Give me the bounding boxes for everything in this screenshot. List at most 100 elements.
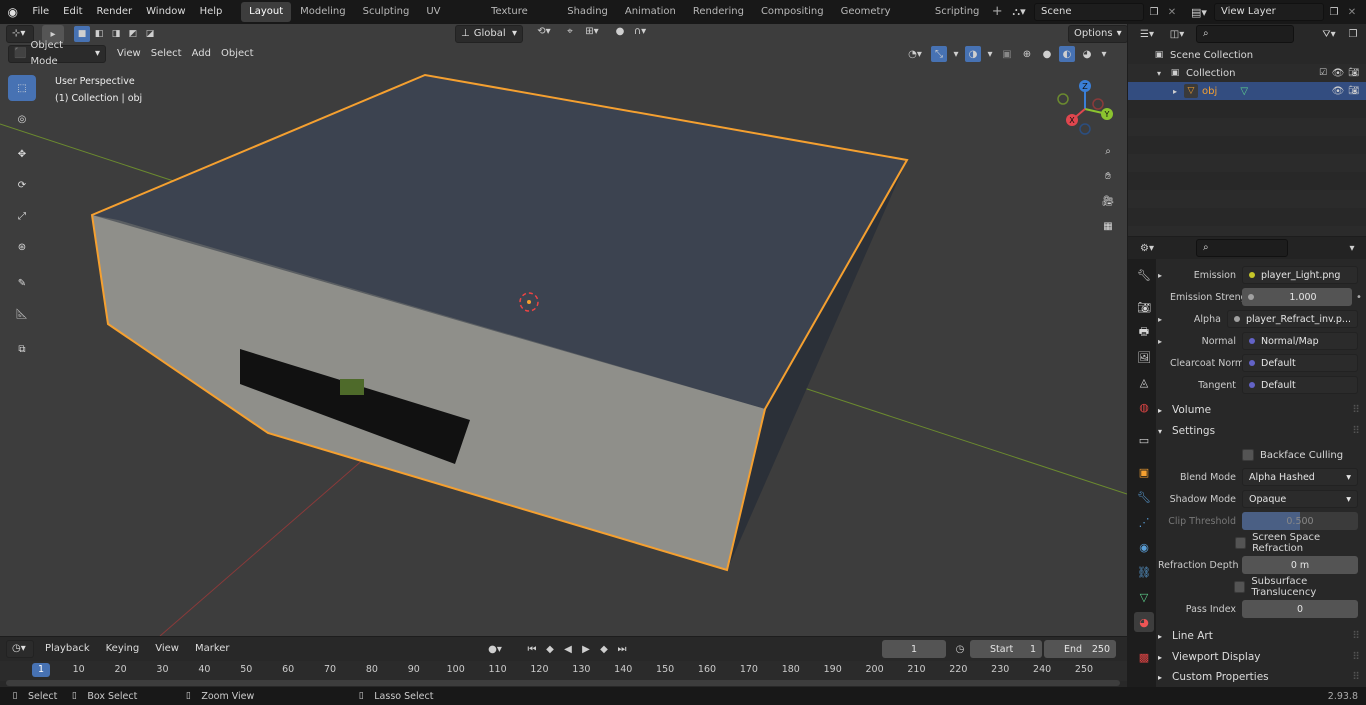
falloff-icon[interactable]: ∩▾ xyxy=(630,26,650,37)
new-scene-icon[interactable]: ❐ xyxy=(1146,7,1162,18)
shader-input-field[interactable]: 1.000 xyxy=(1242,288,1352,306)
end-frame-field[interactable]: End 250 xyxy=(1044,640,1116,658)
physics-tab-icon[interactable]: ◉ xyxy=(1134,537,1154,557)
workspace-tab-uv-editing[interactable]: UV Editing xyxy=(418,2,482,37)
output-tab-icon[interactable]: 🖶︎ xyxy=(1134,322,1154,342)
outliner-search[interactable]: ⌕ xyxy=(1196,25,1294,43)
shading-dropdown-icon[interactable]: ▾ xyxy=(1099,49,1109,60)
tool-transform[interactable]: ⊛ xyxy=(8,234,36,260)
camera-view-button[interactable]: 🎥︎ xyxy=(1097,190,1119,212)
jump-start-icon[interactable]: ⏮ xyxy=(524,644,540,655)
shader-input-field[interactable]: Normal/Map xyxy=(1242,332,1358,350)
add-workspace-button[interactable]: + xyxy=(988,3,1006,21)
camera-icon[interactable]: 📷︎ xyxy=(1346,68,1362,78)
properties-editor-type-icon[interactable]: ⚙▾ xyxy=(1134,243,1160,254)
tool-annotate[interactable]: ✎ xyxy=(8,270,36,296)
timeline-ruler[interactable]: 10 20 30 40 50 60 70 80 90 100 110 120 130 140 150 160 1… xyxy=(0,661,1127,681)
perspective-toggle-button[interactable]: ▦ xyxy=(1097,215,1119,237)
section-custom-properties[interactable]: ▸ Custom Properties ⠿ xyxy=(1158,667,1364,687)
world-tab-icon[interactable]: ◍ xyxy=(1134,397,1154,417)
shading-solid-icon[interactable]: ● xyxy=(1039,49,1055,60)
workspace-tab-animation[interactable]: Animation xyxy=(617,2,684,22)
viewport-menu-add[interactable]: Add xyxy=(187,45,216,63)
view-layer-field[interactable]: View Layer xyxy=(1214,3,1324,21)
shadow-mode-dropdown[interactable]: Opaque ▾ xyxy=(1242,490,1358,508)
timeline-menu-marker[interactable]: Marker xyxy=(190,640,235,658)
shader-input-field[interactable]: Default xyxy=(1242,376,1358,394)
shading-wireframe-icon[interactable]: ⊕ xyxy=(1019,49,1035,60)
tool-move[interactable]: ✥ xyxy=(8,141,36,167)
texture-tab-icon[interactable]: ▩ xyxy=(1134,647,1154,667)
scene-icon[interactable]: ⛬▾ xyxy=(1006,5,1032,19)
current-frame-field[interactable]: 1 xyxy=(882,640,946,658)
expand-arrow-icon[interactable]: ▸ xyxy=(1158,271,1170,280)
gizmo-dropdown-icon[interactable]: ▾ xyxy=(951,49,961,60)
overlay-dropdown-icon[interactable]: ▾ xyxy=(985,49,995,60)
display-mode-icon[interactable]: ◫▾ xyxy=(1164,29,1190,40)
expand-arrow-icon[interactable]: ▸ xyxy=(1158,337,1170,346)
pass-index-field[interactable]: 0 xyxy=(1242,600,1358,618)
tool-cursor[interactable]: ◎ xyxy=(8,106,36,132)
3d-viewport[interactable]: ⊹▾ ▸ ■ ◧ ◨ ◩ ◪ ⊥ Global ▾ ⟲▾ ⌖ ⊞▾ ● ∩▾ Opt… xyxy=(0,24,1127,636)
delete-scene-icon[interactable]: ✕ xyxy=(1164,7,1180,18)
jump-keyframe-prev-icon[interactable]: ◆ xyxy=(542,644,558,655)
workspace-tab-texture-paint[interactable]: Texture Paint xyxy=(483,2,558,37)
material-tab-icon[interactable]: ◕ xyxy=(1134,612,1154,632)
shader-input-field[interactable]: player_Light.png xyxy=(1242,266,1358,284)
zoom-view-button[interactable]: ⌕ xyxy=(1097,140,1119,162)
menu-help[interactable]: Help xyxy=(193,2,230,22)
shading-rendered-icon[interactable]: ◕ xyxy=(1079,49,1095,60)
timeline-menu-view[interactable]: View xyxy=(150,640,184,658)
xray-icon[interactable]: ▣ xyxy=(999,49,1015,60)
workspace-tab-shading[interactable]: Shading xyxy=(559,2,616,22)
keyframe-dot-icon[interactable]: • xyxy=(1356,292,1364,303)
expand-arrow-icon[interactable]: ▸ xyxy=(1170,87,1180,96)
options-dropdown[interactable]: Options ▾ xyxy=(1068,25,1127,43)
mode-dropdown[interactable]: ⬛ Object Mode ▾ xyxy=(8,40,106,67)
visibility-icon[interactable]: ◔▾ xyxy=(903,49,927,60)
viewport-menu-object[interactable]: Object xyxy=(216,45,259,63)
timeline-editor-type[interactable]: ◷▾ xyxy=(6,640,34,658)
workspace-tab-layout[interactable]: Layout xyxy=(241,2,292,22)
jump-end-icon[interactable]: ⏭ xyxy=(614,644,630,655)
backface-culling-row[interactable]: Backface Culling xyxy=(1158,445,1364,465)
new-collection-icon[interactable]: ❐ xyxy=(1344,29,1362,40)
snap-target-icon[interactable]: ⊞▾ xyxy=(580,26,604,37)
expand-arrow-icon[interactable]: ▸ xyxy=(1158,315,1168,324)
exclude-checkbox[interactable]: ☑ xyxy=(1316,68,1330,78)
select-subtract-icon[interactable]: ◨ xyxy=(108,26,124,42)
playhead[interactable]: 1 xyxy=(32,663,50,677)
select-invert-icon[interactable]: ◩ xyxy=(125,26,141,42)
timeline-menu-keying[interactable]: Keying xyxy=(101,640,145,658)
select-extend-icon[interactable]: ◧ xyxy=(91,26,107,42)
clip-threshold-slider[interactable]: 0.500 xyxy=(1242,512,1358,530)
outliner-editor-type-icon[interactable]: ☰▾ xyxy=(1134,29,1160,40)
view-layer-icon[interactable]: ▤▾ xyxy=(1186,6,1212,19)
timeline-menu-playback[interactable]: Playback xyxy=(40,640,95,658)
collection-tab-icon[interactable]: ▭ xyxy=(1134,430,1154,450)
tool-scale[interactable]: ⤢ xyxy=(8,203,36,229)
filter-icon[interactable]: ⛛▾ xyxy=(1318,29,1340,40)
workspace-tab-rendering[interactable]: Rendering xyxy=(685,2,752,22)
new-view-layer-icon[interactable]: ❐ xyxy=(1326,7,1342,18)
subsurface-row[interactable]: Subsurface Translucency xyxy=(1158,576,1364,598)
play-reverse-icon[interactable]: ◀ xyxy=(560,644,576,655)
backface-culling-checkbox[interactable] xyxy=(1242,449,1254,461)
navigation-gizmo[interactable]: Z Y X xyxy=(1050,74,1120,144)
menu-window[interactable]: Window xyxy=(139,2,192,22)
snap-icon[interactable]: ⌖ xyxy=(562,26,578,37)
object-tab-icon[interactable]: ▣ xyxy=(1134,462,1154,482)
jump-keyframe-next-icon[interactable]: ◆ xyxy=(596,644,612,655)
properties-options-icon[interactable]: ▾ xyxy=(1344,243,1360,254)
particles-tab-icon[interactable]: ⋰ xyxy=(1134,512,1154,532)
workspace-tab-compositing[interactable]: Compositing xyxy=(753,2,832,22)
section-viewport-display[interactable]: ▸ Viewport Display ⠿ xyxy=(1158,647,1364,667)
data-tab-icon[interactable]: ▽ xyxy=(1134,587,1154,607)
shading-material-icon[interactable]: ◐ xyxy=(1059,46,1075,62)
outliner-row-scene-collection[interactable]: ▣ Scene Collection xyxy=(1128,46,1366,64)
properties-search[interactable]: ⌕ xyxy=(1196,239,1288,257)
eye-icon[interactable]: 👁︎ xyxy=(1330,68,1346,79)
outliner-row-obj[interactable]: ▸ ▽ obj ▽ 👁︎ 📷︎ xyxy=(1128,82,1366,100)
tool-add-cube[interactable]: ⧉ xyxy=(8,336,36,362)
shader-input-field[interactable]: Default xyxy=(1242,354,1358,372)
